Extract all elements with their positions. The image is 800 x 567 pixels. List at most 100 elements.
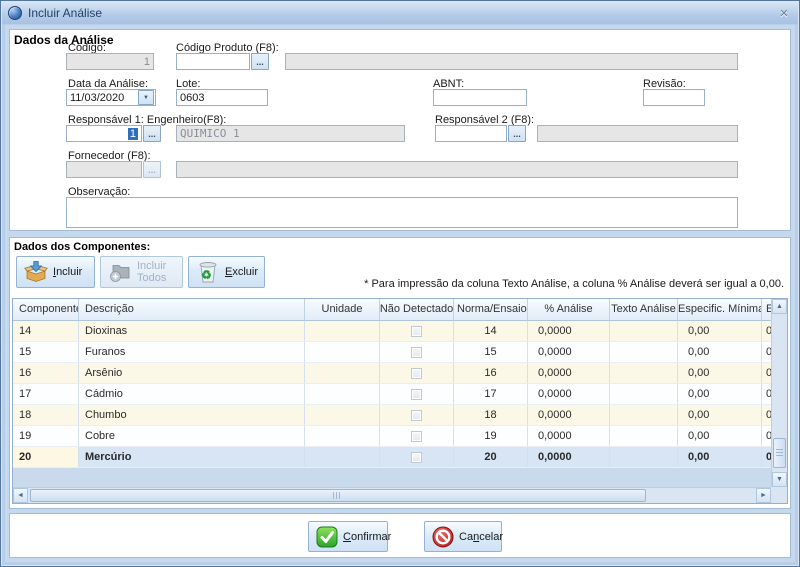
nao-detectado-checkbox[interactable] [411,389,422,400]
excluir-button[interactable]: ♻ Excluir [188,256,265,288]
table-cell-especific_minima: 0,00 [678,363,762,383]
table-cell-descricao: Mercúrio [79,447,305,467]
table-cell-especific_maxima: 0,00 [762,321,771,341]
table-cell-especific_maxima: 0,00 [762,342,771,362]
no-entry-icon [432,526,454,548]
data-analise-value: 11/03/2020 [70,92,124,104]
table-cell-especific_maxima: 0,00 [762,363,771,383]
table-header-row: ComponenteDescriçãoUnidadeNão DetectadoN… [13,299,771,321]
codigo-produto-lookup-button[interactable]: ... [251,53,269,70]
responsavel1-description-field: QUIMICO 1 [176,125,405,142]
codigo-produto-field[interactable] [176,53,250,70]
horizontal-scrollbar[interactable]: ◄ ► [13,487,771,503]
table-cell-nao_detectado [380,426,454,446]
column-header[interactable]: Unidade [305,299,380,321]
scroll-right-icon[interactable]: ► [756,488,771,503]
table-cell-texto_analise [610,363,678,383]
nao-detectado-checkbox[interactable] [411,326,422,337]
scroll-left-icon[interactable]: ◄ [13,488,28,503]
table-row[interactable]: 19Cobre190,00000,000,00 [13,426,771,447]
column-header[interactable]: Componente [13,299,79,321]
lote-value: 0603 [180,92,204,104]
nao-detectado-checkbox[interactable] [411,347,422,358]
column-header[interactable]: Descrição [79,299,305,321]
table-cell-norma_ensaios: 18 [454,405,528,425]
revisao-field[interactable] [643,89,705,106]
date-dropdown-icon[interactable]: ▼ [138,90,154,105]
responsavel2-description-field [537,125,738,142]
excluir-button-label: Excluir [225,266,258,278]
table-cell-unidade [305,342,380,362]
table-cell-especific_minima: 0,00 [678,426,762,446]
codigo-value: 1 [144,56,150,68]
table-cell-nao_detectado [380,342,454,362]
column-header[interactable]: Não Detectado [380,299,454,321]
column-header[interactable]: Norma/Ensaios [454,299,528,321]
table-cell-pct_analise: 0,0000 [528,426,610,446]
table-cell-componente: 19 [13,426,79,446]
dialog-window: Incluir Análise ✕ Dados da Análise Códig… [0,0,800,567]
table-row[interactable]: 18Chumbo180,00000,000,00 [13,405,771,426]
responsavel2-field[interactable] [435,125,507,142]
data-analise-field[interactable]: 11/03/2020 ▼ [66,89,156,106]
table-cell-unidade [305,363,380,383]
table-cell-especific_minima: 0,00 [678,405,762,425]
vertical-scrollbar[interactable]: ▲ ▼ [771,299,787,487]
table-cell-texto_analise [610,447,678,467]
horizontal-scroll-thumb[interactable] [30,489,646,502]
table-cell-especific_maxima: 0,00 [762,405,771,425]
column-header[interactable]: Texto Análise [610,299,678,321]
table-cell-pct_analise: 0,0000 [528,405,610,425]
box-arrow-icon [24,260,48,284]
scroll-up-icon[interactable]: ▲ [772,299,787,314]
table-row[interactable]: 17Cádmio170,00000,000,00 [13,384,771,405]
print-note: * Para impressão da coluna Texto Análise… [364,278,784,290]
scroll-down-icon[interactable]: ▼ [772,472,787,487]
table-cell-nao_detectado [380,363,454,383]
responsavel1-lookup-button[interactable]: ... [143,125,161,142]
confirmar-button-label: Confirmar [343,531,391,543]
cancelar-button[interactable]: Cancelar [424,521,502,552]
close-icon[interactable]: ✕ [776,6,792,21]
nao-detectado-checkbox[interactable] [411,368,422,379]
responsavel2-lookup-button[interactable]: ... [508,125,526,142]
incluir-button-label: Incluir [53,266,82,278]
table-row[interactable]: 14Dioxinas140,00000,000,00 [13,321,771,342]
incluir-button[interactable]: Incluir [16,256,95,288]
confirmar-button[interactable]: Confirmar [308,521,388,552]
table-cell-texto_analise [610,321,678,341]
app-icon [8,6,22,20]
nao-detectado-checkbox[interactable] [411,452,422,463]
table-row[interactable]: 16Arsênio160,00000,000,00 [13,363,771,384]
table-row[interactable]: 15Furanos150,00000,000,00 [13,342,771,363]
folder-plus-icon [108,260,132,284]
table-cell-texto_analise [610,426,678,446]
table-cell-componente: 17 [13,384,79,404]
observacao-textarea[interactable] [66,197,738,228]
column-header[interactable]: % Análise [528,299,610,321]
table-cell-componente: 16 [13,363,79,383]
nao-detectado-checkbox[interactable] [411,410,422,421]
lote-field[interactable]: 0603 [176,89,268,106]
table-cell-componente: 14 [13,321,79,341]
table-cell-norma_ensaios: 19 [454,426,528,446]
abnt-field[interactable] [433,89,527,106]
table-cell-especific_maxima: 0,00 [762,384,771,404]
table-cell-especific_maxima: 0,00 [762,447,771,467]
table-cell-descricao: Chumbo [79,405,305,425]
column-header[interactable]: Especific. Mínima [678,299,762,321]
table-row[interactable]: 20Mercúrio200,00000,000,00 [13,447,771,468]
table-cell-nao_detectado [380,447,454,467]
window-title: Incluir Análise [28,6,102,20]
incluir-todos-button-label: Incluir Todos [137,260,175,284]
recycle-icon: ♻ [201,268,212,282]
nao-detectado-checkbox[interactable] [411,431,422,442]
table-cell-descricao: Furanos [79,342,305,362]
table-cell-unidade [305,384,380,404]
table-cell-especific_minima: 0,00 [678,342,762,362]
table-body: 14Dioxinas140,00000,000,0015Furanos150,0… [13,321,771,487]
table-cell-pct_analise: 0,0000 [528,321,610,341]
table-cell-especific_minima: 0,00 [678,447,762,467]
responsavel1-field[interactable]: 1 [66,125,142,142]
vertical-scroll-thumb[interactable] [773,438,786,468]
